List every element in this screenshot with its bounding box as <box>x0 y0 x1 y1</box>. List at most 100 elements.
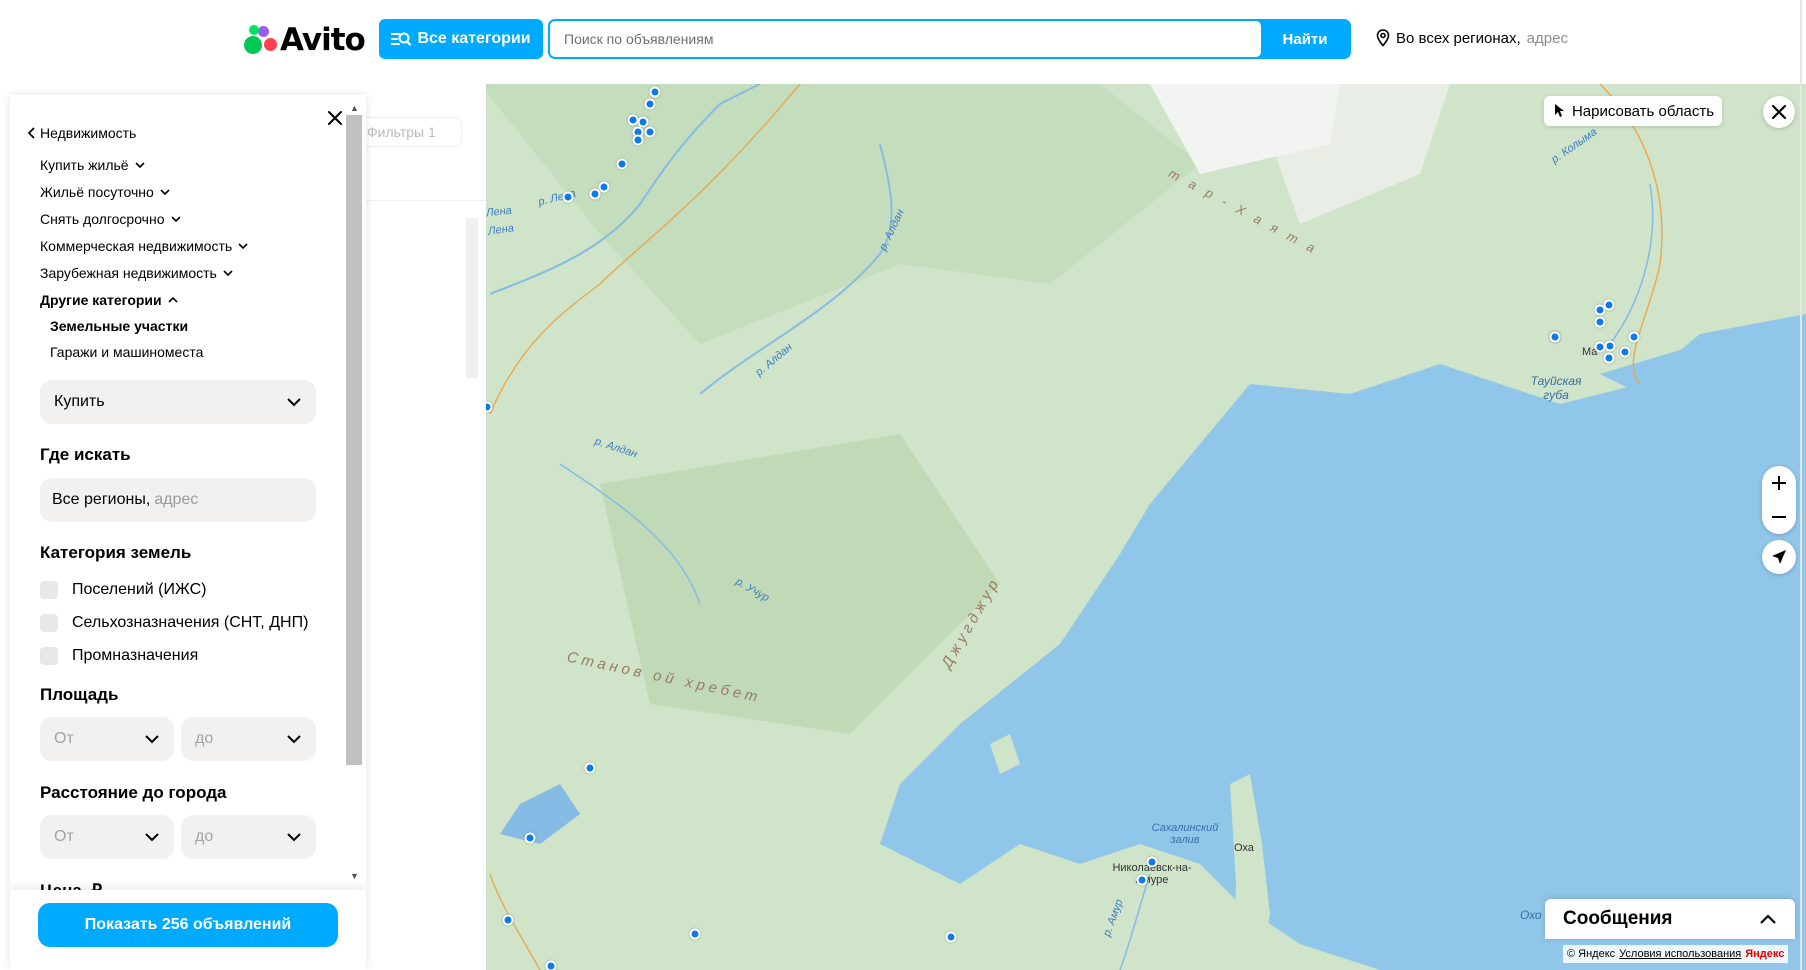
checkbox-agricultural[interactable]: Сельхозназначения (СНТ, ДНП) <box>40 606 308 639</box>
chevron-down-icon <box>170 215 181 222</box>
page-scrollbar[interactable] <box>1800 0 1802 970</box>
checkbox-label: Сельхозназначения (СНТ, ДНП) <box>72 613 309 631</box>
category-long-rent[interactable]: Снять долгосрочно <box>40 205 248 232</box>
category-daily-rent[interactable]: Жильё посуточно <box>40 178 248 205</box>
listing-marker[interactable] <box>945 931 957 943</box>
copyright-text: © Яндекс <box>1567 948 1616 960</box>
listing-marker[interactable] <box>1603 352 1615 364</box>
listing-marker[interactable] <box>598 181 610 193</box>
show-results-button[interactable]: Показать 256 объявлений <box>38 903 338 947</box>
close-icon <box>1772 105 1786 119</box>
location-arrow-icon <box>1772 550 1786 564</box>
listing-marker[interactable] <box>1619 346 1631 358</box>
where-input[interactable]: Все регионы, адрес <box>40 478 316 522</box>
distance-from-select[interactable]: От <box>40 815 174 859</box>
listing-marker[interactable] <box>1603 299 1615 311</box>
chevron-down-icon <box>287 833 301 842</box>
avito-logo[interactable]: Avito <box>244 22 366 58</box>
subcategory-land[interactable]: Земельные участки <box>40 313 248 339</box>
map-label-okha: Оха <box>1234 842 1254 854</box>
listing-marker[interactable] <box>589 188 601 200</box>
deal-type-select[interactable]: Купить <box>40 380 316 424</box>
where-value: Все регионы, <box>52 491 151 508</box>
filters-footer: Показать 256 объявлений <box>10 890 366 970</box>
chevron-down-icon <box>145 735 159 744</box>
yandex-logo[interactable]: Яндекс <box>1745 948 1784 960</box>
map-label-sakhalin-bay: Сахалинский залив <box>1151 822 1219 846</box>
list-divider <box>366 200 486 201</box>
filters-panel: ▲ ▼ Недвижимость Купить жильё Жильё посу… <box>10 95 366 970</box>
search-bar: Найти <box>548 19 1351 59</box>
checkbox-industrial[interactable]: Промназначения <box>40 639 308 672</box>
listing-marker[interactable] <box>502 914 514 926</box>
all-categories-button[interactable]: Все категории <box>379 19 543 59</box>
filters-chip[interactable]: Фильтры 1 <box>358 117 462 147</box>
listing-marker[interactable] <box>616 158 628 170</box>
checkbox-box[interactable] <box>40 613 58 632</box>
draw-area-button[interactable]: Нарисовать область <box>1544 96 1722 126</box>
category-list: Купить жильё Жильё посуточно Снять долго… <box>40 151 248 365</box>
messages-widget[interactable]: Сообщения <box>1545 899 1795 939</box>
listing-marker[interactable] <box>632 134 644 146</box>
close-map-button[interactable] <box>1763 96 1795 128</box>
checkbox-box[interactable] <box>40 646 58 665</box>
region-address-hint: адрес <box>1526 29 1568 47</box>
category-commercial[interactable]: Коммерческая недвижимость <box>40 232 248 259</box>
listing-marker[interactable] <box>1604 340 1616 352</box>
listing-marker[interactable] <box>562 191 574 203</box>
distance-from-value: От <box>54 828 74 845</box>
minus-icon <box>1772 516 1786 518</box>
plus-icon <box>1772 476 1786 490</box>
search-button[interactable]: Найти <box>1261 21 1349 57</box>
listing-marker[interactable] <box>644 126 656 138</box>
distance-to-select[interactable]: до <box>181 815 316 859</box>
chevron-down-icon <box>160 188 170 195</box>
area-title: Площадь <box>40 685 119 704</box>
zoom-controls <box>1762 466 1796 534</box>
search-input[interactable] <box>550 21 1261 57</box>
listing-marker[interactable] <box>524 832 536 844</box>
listing-marker[interactable] <box>1628 331 1640 343</box>
region-selector[interactable]: Во всех регионах, адрес <box>1376 29 1568 47</box>
map-label-tauy-bay: Тауйская губа <box>1530 374 1582 402</box>
breadcrumb-back[interactable]: Недвижимость <box>28 125 136 141</box>
listing-marker[interactable] <box>689 928 701 940</box>
chevron-down-icon <box>238 242 248 249</box>
category-label: Жильё посуточно <box>40 183 154 200</box>
distance-title: Расстояние до города <box>40 783 227 802</box>
messages-label: Сообщения <box>1563 908 1673 929</box>
list-scrollbar[interactable] <box>466 218 478 378</box>
scroll-up-icon[interactable]: ▲ <box>350 103 359 113</box>
category-label: Зарубежная недвижимость <box>40 264 217 281</box>
filters-scrollbar-thumb[interactable] <box>346 115 362 765</box>
listing-marker[interactable] <box>1549 331 1561 343</box>
checkbox-settlement[interactable]: Поселений (ИЖС) <box>40 573 308 606</box>
listing-marker[interactable] <box>584 762 596 774</box>
listing-marker[interactable] <box>1146 856 1158 868</box>
chevron-up-icon <box>1760 914 1776 924</box>
category-abroad[interactable]: Зарубежная недвижимость <box>40 259 248 286</box>
zoom-out-button[interactable] <box>1762 500 1796 534</box>
chevron-down-icon <box>287 735 301 744</box>
category-label: Коммерческая недвижимость <box>40 237 233 254</box>
zoom-in-button[interactable] <box>1762 466 1796 500</box>
listing-marker[interactable] <box>1594 316 1606 328</box>
close-filters-button[interactable] <box>322 105 348 131</box>
listing-marker[interactable] <box>1136 874 1148 886</box>
listing-marker[interactable] <box>649 86 661 98</box>
category-label: Другие категории <box>40 291 162 308</box>
category-buy-housing[interactable]: Купить жильё <box>40 151 248 178</box>
chevron-down-icon <box>223 269 233 276</box>
checkbox-box[interactable] <box>40 580 58 599</box>
area-from-select[interactable]: От <box>40 717 174 761</box>
subcategory-garages[interactable]: Гаражи и машиноместа <box>40 339 248 365</box>
area-to-select[interactable]: до <box>181 717 316 761</box>
scroll-down-icon[interactable]: ▼ <box>350 871 359 881</box>
chevron-down-icon <box>135 161 145 168</box>
category-other[interactable]: Другие категории <box>40 286 248 313</box>
my-location-button[interactable] <box>1762 540 1796 574</box>
terms-link[interactable]: Условия использования <box>1619 948 1741 960</box>
listing-marker[interactable] <box>545 960 557 970</box>
listing-marker[interactable] <box>644 98 656 110</box>
checkbox-label: Промназначения <box>72 646 199 664</box>
